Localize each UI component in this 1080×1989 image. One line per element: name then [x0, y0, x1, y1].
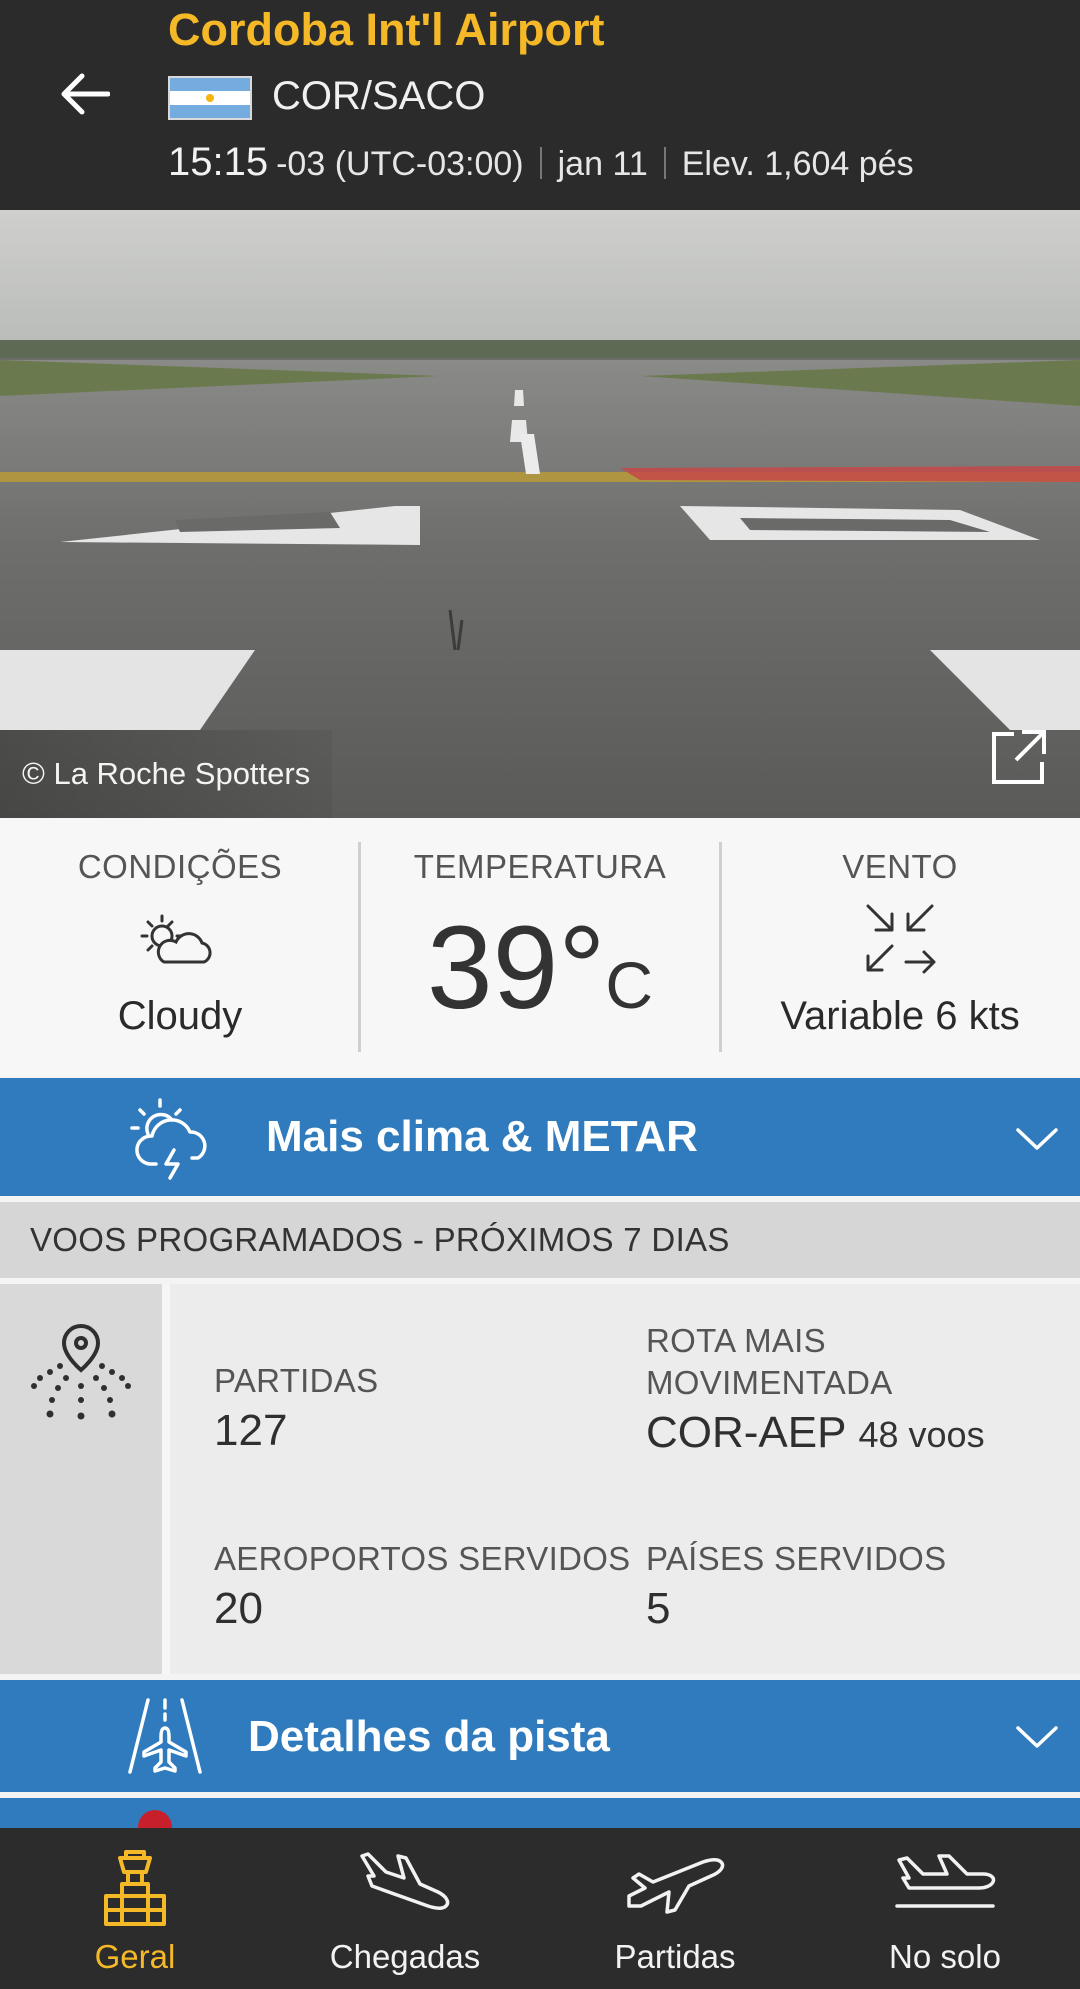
photo-credit: © La Roche Spotters: [0, 730, 333, 818]
airport-codes: COR/SACO: [272, 74, 486, 118]
variable-wind-arrows-icon: [866, 904, 936, 974]
plane-on-ground-icon: [895, 1854, 996, 1908]
wind-column: VENTO Variable 6 kts: [720, 818, 1080, 1076]
runway-details-title: Detalhes da pista: [248, 1712, 610, 1761]
back-button[interactable]: [52, 62, 116, 126]
countries-served-stat: PAÍSES SERVIDOS 5: [646, 1538, 946, 1634]
nav-label-geral: Geral: [94, 1938, 176, 1975]
conditions-column: CONDIÇÕES Cloudy: [0, 818, 360, 1076]
runway-image: [0, 210, 1080, 818]
conditions-value: Cloudy: [117, 994, 243, 1038]
nav-label-no-solo: No solo: [889, 1938, 1001, 1975]
temperature-unit: C: [605, 948, 654, 1022]
departures-label: PARTIDAS: [214, 1362, 379, 1399]
partly-cloudy-icon: [140, 914, 212, 964]
nav-tab-no-solo[interactable]: No solo: [810, 1828, 1080, 1989]
local-time: 15:15: [168, 140, 269, 184]
busiest-route-label: ROTA MAIS MOVIMENTADA: [646, 1322, 893, 1401]
app-header: Cordoba Int'l Airport COR/SACO 15:15 -03…: [0, 0, 1080, 210]
temperature-label: TEMPERATURA: [413, 848, 667, 885]
back-arrow-icon: [61, 73, 110, 115]
arrival-plane-icon: [360, 1852, 450, 1911]
storm-weather-icon: [130, 1098, 207, 1180]
column-gap: [162, 1284, 170, 1674]
airports-served-value: 20: [214, 1584, 263, 1633]
scheduled-flights-stats: PARTIDAS 127 ROTA MAIS MOVIMENTADA COR-A…: [0, 1284, 1080, 1674]
separator: [663, 146, 666, 179]
location-routes-icon: [31, 1323, 131, 1420]
more-weather-metar-bar[interactable]: Mais clima & METAR: [0, 1078, 1080, 1196]
countries-served-label: PAÍSES SERVIDOS: [646, 1540, 947, 1577]
airports-served-label: AEROPORTOS SERVIDOS: [214, 1540, 631, 1577]
departure-plane-icon: [627, 1857, 725, 1914]
airport-name: Cordoba Int'l Airport: [168, 4, 605, 55]
elevation: Elev. 1,604 pés: [681, 145, 914, 183]
stats-icon-column: [0, 1284, 162, 1674]
busiest-route-value: COR-AEP: [646, 1408, 847, 1457]
timezone: -03 (UTC-03:00): [276, 145, 524, 183]
conditions-strip: CONDIÇÕES Cloudy TEMPERATURA 39°C VENTO …: [0, 818, 1080, 1076]
nav-tab-partidas[interactable]: Partidas: [540, 1828, 810, 1989]
runway-plane-icon: [128, 1698, 202, 1774]
busiest-route-stat: ROTA MAIS MOVIMENTADA COR-AEP 48 voos: [646, 1320, 985, 1458]
temperature-number: 39°: [426, 902, 606, 1034]
scheduled-flights-header: VOOS PROGRAMADOS - PRÓXIMOS 7 DIAS: [0, 1202, 1080, 1278]
wind-value: Variable 6 kts: [780, 994, 1020, 1038]
temperature-column: TEMPERATURA 39°C: [360, 818, 720, 1076]
conditions-label: CONDIÇÕES: [77, 848, 283, 885]
date: jan 11: [557, 145, 648, 183]
countries-served-value: 5: [646, 1584, 671, 1633]
nav-tab-geral[interactable]: Geral: [0, 1828, 270, 1989]
chevron-down-icon: [1016, 1726, 1058, 1748]
nav-label-partidas: Partidas: [614, 1938, 736, 1975]
wind-label: VENTO: [842, 848, 958, 885]
control-tower-icon: [104, 1850, 166, 1926]
external-link-icon[interactable]: [988, 726, 1050, 788]
temperature-value: 39°C: [360, 900, 720, 1036]
airport-photo[interactable]: © La Roche Spotters: [0, 210, 1080, 818]
next-section-bar[interactable]: [0, 1798, 1080, 1844]
nav-label-chegadas: Chegadas: [329, 1938, 481, 1975]
departures-value: 127: [214, 1406, 288, 1455]
separator: [539, 146, 542, 179]
busiest-route-flights: 48 voos: [858, 1414, 985, 1455]
argentina-flag-icon: [168, 76, 252, 120]
chevron-down-icon: [1016, 1128, 1058, 1150]
busiest-route-value-row: COR-AEP 48 voos: [646, 1408, 985, 1458]
runway-details-bar[interactable]: Detalhes da pista: [0, 1680, 1080, 1792]
bottom-navigation: Geral Chegadas Partidas No solo: [0, 1828, 1080, 1989]
airports-served-stat: AEROPORTOS SERVIDOS 20: [214, 1538, 631, 1634]
more-weather-title: Mais clima & METAR: [266, 1112, 698, 1161]
time-date-elevation: 15:15 -03 (UTC-03:00) jan 11 Elev. 1,604…: [168, 140, 914, 185]
departures-stat: PARTIDAS 127: [214, 1360, 378, 1456]
nav-tab-chegadas[interactable]: Chegadas: [270, 1828, 540, 1989]
